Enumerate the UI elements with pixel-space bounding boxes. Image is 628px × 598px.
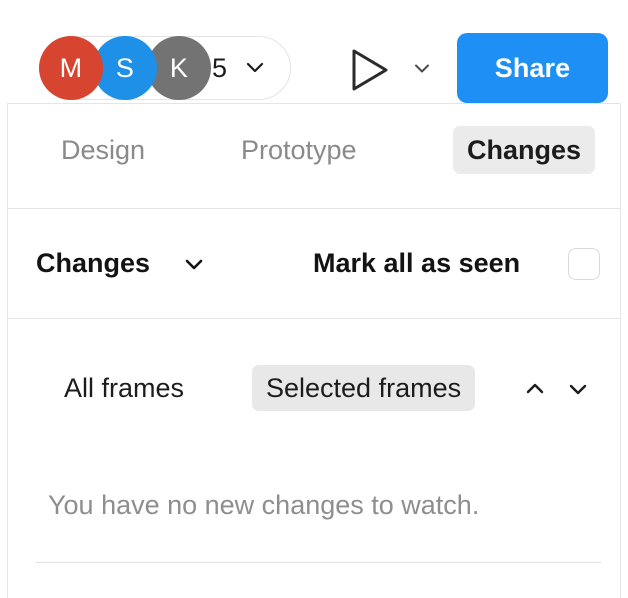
- tab-changes[interactable]: Changes: [453, 126, 596, 174]
- panel-tabs: Design Prototype Changes: [8, 104, 620, 208]
- chevron-down-icon[interactable]: [183, 253, 205, 275]
- top-bar: M S K 5 Share: [0, 0, 628, 103]
- changes-title[interactable]: Changes: [36, 243, 150, 283]
- divider-list-separator: [36, 562, 601, 563]
- chevron-down-icon[interactable]: [245, 57, 265, 77]
- changes-header-row: Changes Mark all as seen: [8, 209, 620, 318]
- mark-all-as-seen-label[interactable]: Mark all as seen: [313, 243, 520, 283]
- collaborator-count[interactable]: 5: [212, 52, 227, 84]
- filter-all-frames[interactable]: All frames: [50, 365, 198, 411]
- panel-right-border: [620, 103, 621, 598]
- chevron-down-icon[interactable]: [566, 377, 590, 401]
- tab-prototype[interactable]: Prototype: [227, 126, 371, 174]
- frames-filter-row: All frames Selected frames: [8, 319, 620, 459]
- chevron-down-icon[interactable]: [412, 58, 432, 78]
- avatar-m[interactable]: M: [39, 36, 103, 100]
- play-icon[interactable]: [350, 48, 390, 92]
- filter-selected-frames[interactable]: Selected frames: [252, 365, 476, 411]
- empty-state-message: You have no new changes to watch.: [48, 490, 480, 520]
- share-button[interactable]: Share: [457, 33, 608, 103]
- chevron-up-icon[interactable]: [523, 377, 547, 401]
- mark-all-as-seen-checkbox[interactable]: [568, 248, 600, 280]
- tab-design[interactable]: Design: [47, 126, 159, 174]
